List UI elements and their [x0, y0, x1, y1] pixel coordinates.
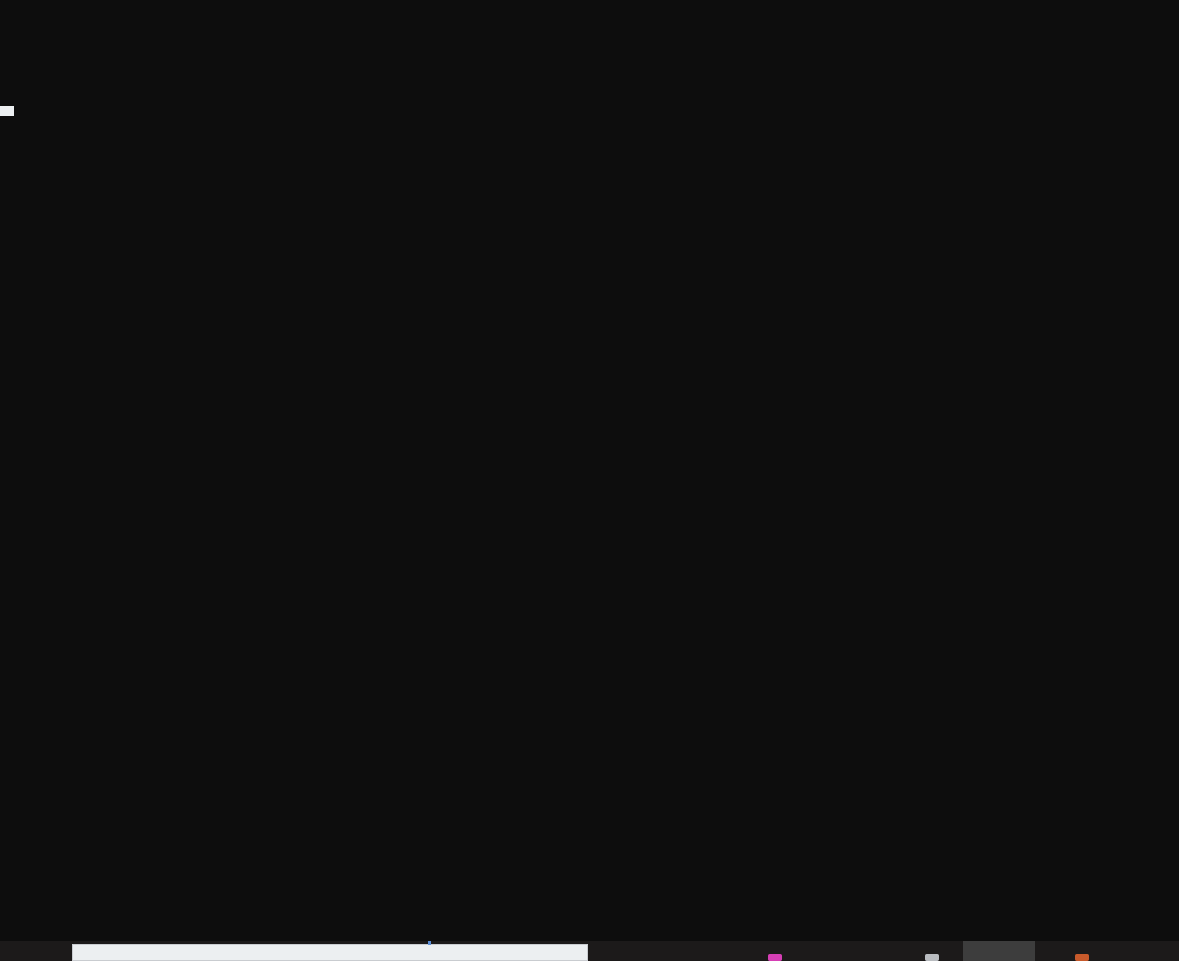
- table-row: [0, 340, 1179, 364]
- list-item: [0, 748, 1179, 772]
- table-row: [0, 388, 1179, 412]
- list-item: [0, 724, 1179, 748]
- window-caret-icon: [428, 941, 431, 945]
- plan-heading: [0, 148, 1179, 172]
- list-item: [0, 916, 1179, 940]
- table-row: [0, 364, 1179, 388]
- text-cursor: [0, 106, 14, 116]
- plan-table-bottom-border: [0, 436, 1179, 460]
- cursor-line: [0, 100, 1179, 124]
- list-item: [0, 820, 1179, 844]
- list-item: [0, 700, 1179, 724]
- background-window-edge[interactable]: [72, 944, 588, 961]
- predicate-line: [0, 556, 1179, 580]
- stats-heading: [0, 628, 1179, 652]
- table-row: [0, 412, 1179, 436]
- plan-table-top-border: [0, 244, 1179, 268]
- list-item: [0, 892, 1179, 916]
- taskbar-panel[interactable]: [963, 941, 1035, 961]
- plan-hash-value: [0, 196, 1179, 220]
- predicate-rule: [0, 508, 1179, 532]
- taskbar-icon-grey[interactable]: [925, 954, 939, 961]
- list-item: [0, 772, 1179, 796]
- sql-line-3: [0, 52, 1179, 76]
- list-item: [0, 868, 1179, 892]
- desktop-taskbar-strip: [0, 941, 1179, 961]
- terminal-window[interactable]: [0, 0, 1179, 941]
- sql-line-4: [0, 76, 1179, 100]
- plan-table-header: [0, 268, 1179, 292]
- plan-table-header-separator: [0, 292, 1179, 316]
- taskbar-icon-orange[interactable]: [1075, 954, 1089, 961]
- sql-line-2: [0, 28, 1179, 52]
- list-item: [0, 796, 1179, 820]
- sql-line-1: [0, 4, 1179, 28]
- list-item: [0, 676, 1179, 700]
- list-item: [0, 844, 1179, 868]
- predicate-information-title: [0, 484, 1179, 508]
- stats-rule: [0, 652, 1179, 676]
- plan-rule: [0, 172, 1179, 196]
- table-row: [0, 316, 1179, 340]
- taskbar-icon-magenta[interactable]: [768, 954, 782, 961]
